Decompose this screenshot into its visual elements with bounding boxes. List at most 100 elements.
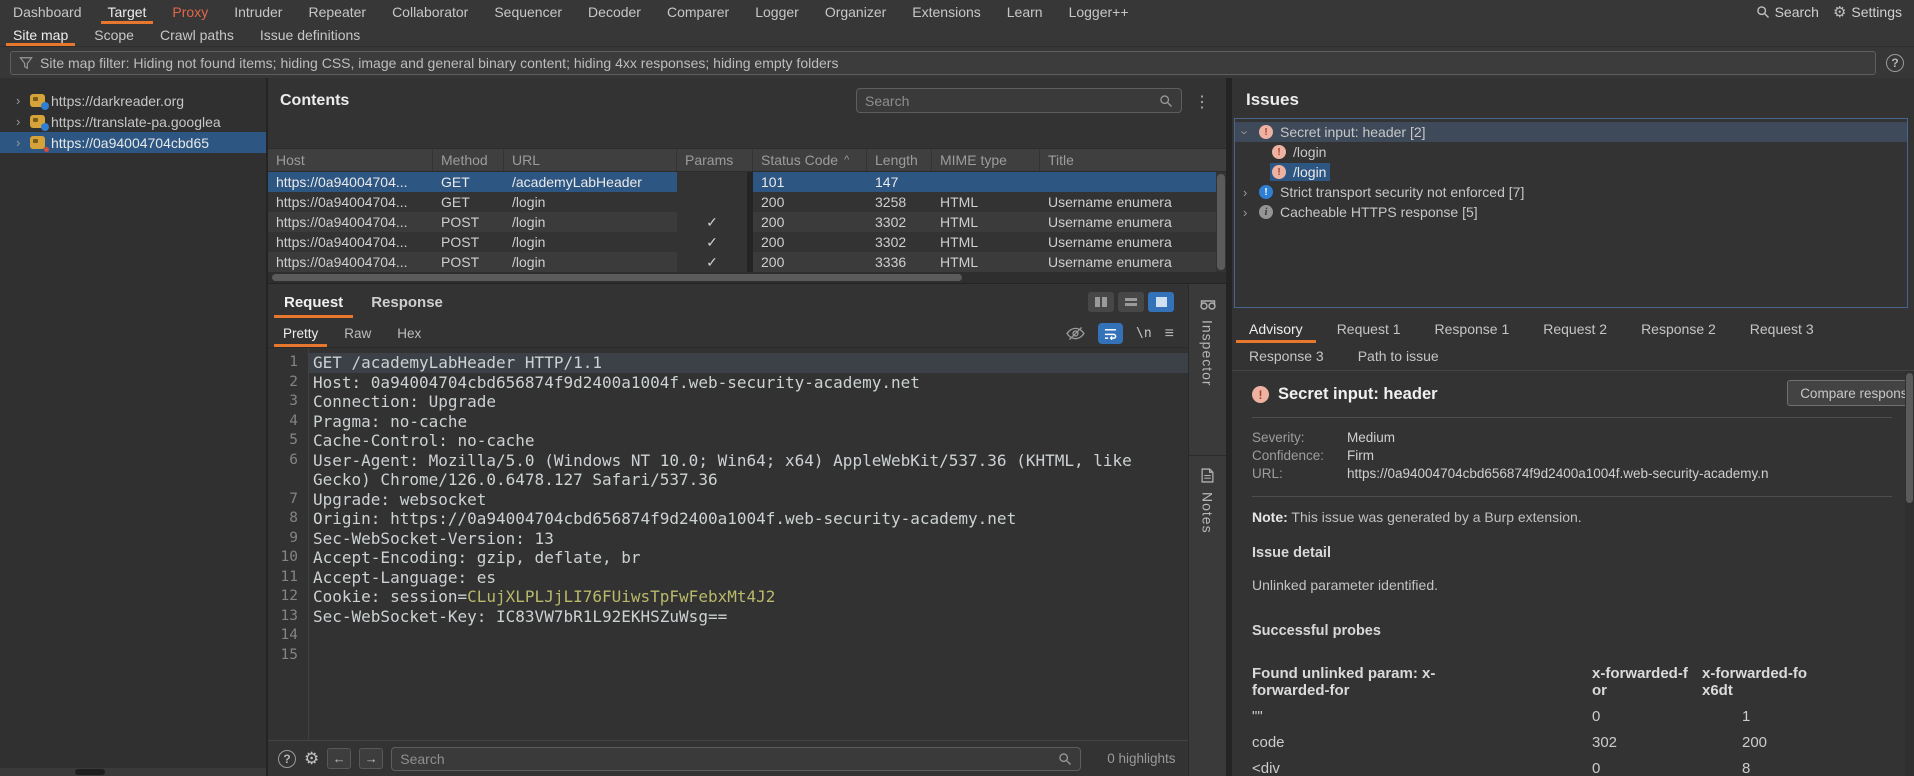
column-header-params[interactable]: Params [677,149,753,171]
show-newlines-button[interactable]: \n [1136,326,1152,341]
editor-menu-icon[interactable]: ≡ [1165,325,1174,343]
column-header-status-code[interactable]: Status Code^ [753,149,867,171]
layout-single-button[interactable] [1148,292,1174,312]
tab-inspector[interactable]: Inspector [1189,284,1226,456]
tab-raw[interactable]: Raw [331,320,384,347]
sitemap-filter-bar[interactable]: Site map filter: Hiding not found items;… [10,51,1876,75]
menubar-tab-comparer[interactable]: Comparer [654,0,742,24]
subtab-issue-definitions[interactable]: Issue definitions [247,24,373,46]
menubar-tab-learn[interactable]: Learn [994,0,1056,24]
request-line-text: Origin: https://0a94004704cbd656874f9d24… [308,509,1188,529]
advisory-tab-request-3[interactable]: Request 3 [1733,316,1831,343]
advisory-scrollbar-thumb[interactable] [1906,373,1913,503]
issue-item[interactable]: ›!Secret input: header [2] [1235,122,1907,142]
tab-pretty[interactable]: Pretty [270,320,331,347]
search-prev-button[interactable]: ← [327,748,351,769]
chevron-right-icon[interactable]: › [16,135,24,150]
column-header-mime-type[interactable]: MIME type [932,149,1040,171]
column-header-length[interactable]: Length [867,149,932,171]
chevron-right-icon[interactable]: › [16,93,24,108]
column-header-method[interactable]: Method [433,149,504,171]
compare-responses-button[interactable]: Compare response [1787,380,1914,406]
contents-vertical-scrollbar[interactable] [1216,173,1226,272]
chevron-right-icon[interactable]: › [1243,205,1257,220]
advisory-tab-response-1[interactable]: Response 1 [1418,316,1527,343]
subtab-scope[interactable]: Scope [81,24,147,46]
advisory-scrollbar[interactable] [1905,371,1914,776]
column-header-title[interactable]: Title [1040,149,1216,171]
chevron-right-icon[interactable]: › [16,114,24,129]
contents-menu-kebab-icon[interactable]: ⋮ [1194,92,1210,112]
layout-rows-button[interactable] [1118,292,1144,312]
tab-request[interactable]: Request [270,284,357,320]
request-editor[interactable]: 1GET /academyLabHeader HTTP/1.12Host: 0a… [268,348,1226,740]
settings-button[interactable]: ⚙ Settings [1833,4,1902,20]
global-search-button[interactable]: Search [1756,4,1819,20]
layout-columns-button[interactable] [1088,292,1114,312]
menubar-tab-repeater[interactable]: Repeater [295,0,379,24]
menubar-tab-collaborator[interactable]: Collaborator [379,0,481,24]
advisory-tab-path-to-issue[interactable]: Path to issue [1341,343,1456,370]
table-row[interactable]: https://0a94004704...POST/login✓2003302H… [268,232,1216,252]
issue-item[interactable]: ›iCacheable HTTPS response [5] [1235,202,1907,222]
menubar-tab-intruder[interactable]: Intruder [221,0,295,24]
cell-method: GET [433,192,504,212]
issue-item[interactable]: !/login [1235,162,1907,182]
editor-help-icon[interactable]: ? [278,750,296,768]
contents-search-input[interactable] [865,93,1159,109]
editor-settings-gear-icon[interactable]: ⚙ [304,750,319,767]
request-line: 8Origin: https://0a94004704cbd656874f9d2… [268,509,1188,529]
sitemap-tree-item[interactable]: ›https://translate-pa.googlea [0,111,266,132]
request-line-text: Sec-WebSocket-Version: 13 [308,529,1188,549]
column-header-url[interactable]: URL [504,149,677,171]
inspector-tab-label: Inspector [1200,320,1216,387]
sitemap-tree-item[interactable]: ›https://0a94004704cbd65 [0,132,266,153]
word-wrap-button[interactable] [1098,323,1123,344]
tab-response[interactable]: Response [357,284,457,320]
tab-hex[interactable]: Hex [384,320,434,347]
tab-notes[interactable]: Notes [1189,456,1226,606]
tree-scrollbar-thumb[interactable] [75,769,105,775]
subtab-crawl-paths[interactable]: Crawl paths [147,24,247,46]
chevron-down-icon[interactable]: › [1243,125,1257,140]
table-row[interactable]: https://0a94004704...GET/login2003258HTM… [268,192,1216,212]
advisory-title-row: ! Secret input: header Compare response [1252,385,1892,404]
advisory-tab-response-2[interactable]: Response 2 [1624,316,1733,343]
contents-vscroll-thumb[interactable] [1217,174,1225,270]
column-header-host[interactable]: Host [268,149,433,171]
menubar-tab-proxy[interactable]: Proxy [159,0,221,24]
table-row[interactable]: https://0a94004704...POST/login✓2003302H… [268,212,1216,232]
menubar-tab-decoder[interactable]: Decoder [575,0,654,24]
subtab-site-map[interactable]: Site map [0,24,81,46]
issue-item[interactable]: ›!Strict transport security not enforced… [1235,182,1907,202]
contents-horizontal-scrollbar[interactable] [268,272,1226,284]
advisory-title: Secret input: header [1278,385,1438,404]
menubar-tab-dashboard[interactable]: Dashboard [0,0,95,24]
issue-item-content: iCacheable HTTPS response [5] [1257,203,1482,221]
search-next-button[interactable]: → [359,748,383,769]
menubar-tab-sequencer[interactable]: Sequencer [481,0,575,24]
issue-item[interactable]: !/login [1235,142,1907,162]
advisory-tab-response-3[interactable]: Response 3 [1232,343,1341,370]
menubar-tab-extensions[interactable]: Extensions [899,0,993,24]
sitemap-tree-item[interactable]: ›https://darkreader.org [0,90,266,111]
filter-funnel-icon [19,56,33,70]
advisory-tab-advisory[interactable]: Advisory [1232,316,1320,343]
tree-horizontal-scrollbar[interactable] [0,768,266,776]
hide-nonprintable-icon[interactable] [1066,326,1085,341]
editor-search-input[interactable] [400,751,1058,767]
table-row[interactable]: https://0a94004704...POST/login✓2003336H… [268,252,1216,272]
menubar-tab-organizer[interactable]: Organizer [812,0,899,24]
menubar-tab-target[interactable]: Target [95,0,160,24]
advisory-tab-request-2[interactable]: Request 2 [1526,316,1624,343]
contents-hscroll-thumb[interactable] [272,274,962,281]
params-check-cell: ✓ [677,252,753,272]
menubar-tab-logger[interactable]: Logger [742,0,812,24]
severity-medium-icon: ! [1252,386,1269,403]
chevron-right-icon[interactable]: › [1243,185,1257,200]
menubar-tab-logger[interactable]: Logger++ [1056,0,1142,24]
table-row[interactable]: https://0a94004704...GET/academyLabHeade… [268,172,1216,192]
advisory-tab-request-1[interactable]: Request 1 [1320,316,1418,343]
cell-title: Username enumera [1040,232,1216,252]
help-icon[interactable]: ? [1886,54,1904,72]
